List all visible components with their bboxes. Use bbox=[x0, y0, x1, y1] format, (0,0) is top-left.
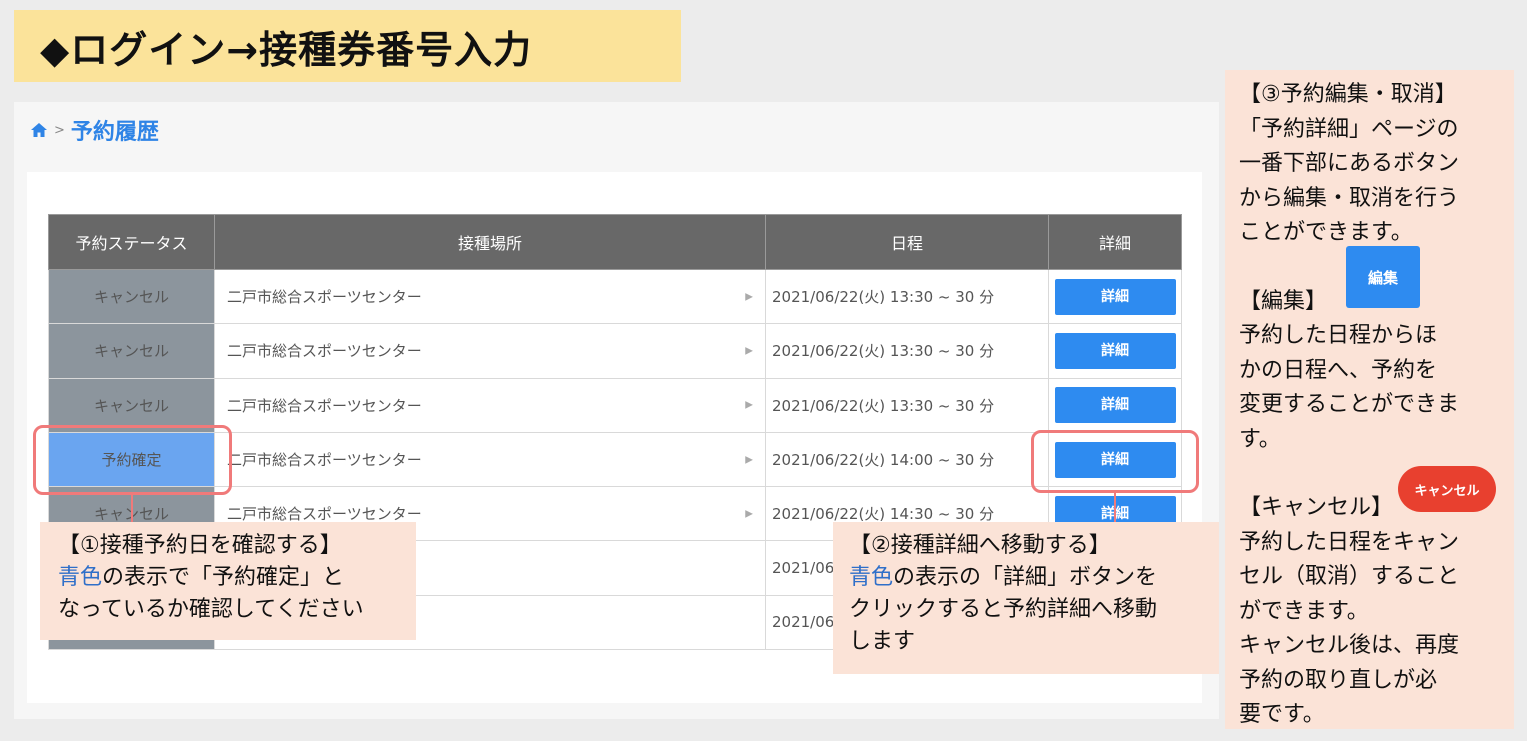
status-connector-line bbox=[131, 495, 133, 525]
header-status: 予約ステータス bbox=[48, 214, 215, 270]
note2-heading: 【②接種詳細へ移動する】 bbox=[849, 533, 1111, 558]
detail-cell: 詳細 bbox=[1048, 377, 1182, 433]
side-note-top: 【③予約編集・取消】 「予約詳細」ページの 一番下部にあるボタン から編集・取消… bbox=[1239, 78, 1500, 251]
place-cell[interactable]: 二戸市総合スポーツセンター ▶ bbox=[214, 431, 766, 488]
side-line: 一番下部にあるボタン bbox=[1239, 151, 1460, 176]
side-line: す。 bbox=[1239, 426, 1281, 452]
note2-blue-word: 青色 bbox=[849, 565, 894, 590]
table-header-row: 予約ステータス 接種場所 日程 詳細 bbox=[48, 214, 1182, 270]
place-cell[interactable]: 二戸市総合スポーツセンター ▶ bbox=[214, 377, 766, 433]
note1-line2: 青色の表示で「予約確定」と bbox=[58, 562, 398, 594]
table-row: キャンセル 二戸市総合スポーツセンター ▶ 2021/06/22(火) 13:30 ~… bbox=[48, 323, 1182, 379]
note-confirm-date: 【①接種予約日を確認する】 青色の表示で「予約確定」と なっているか確認してくだ… bbox=[40, 522, 416, 640]
date-cell: 2021/06/22(火) 13:30 ~ 30 分 bbox=[765, 268, 1049, 325]
side-line: 【③予約編集・取消】 bbox=[1239, 82, 1457, 107]
detail-connector-line bbox=[1114, 493, 1116, 525]
note-edit-cancel: 【③予約編集・取消】 「予約詳細」ページの 一番下部にあるボタン から編集・取消… bbox=[1225, 70, 1514, 729]
home-icon[interactable] bbox=[30, 122, 48, 138]
chevron-right-icon: ▶ bbox=[745, 345, 753, 357]
place-name: 二戸市総合スポーツセンター bbox=[227, 396, 422, 415]
note2-line3: クリックすると予約詳細へ移動 bbox=[849, 597, 1158, 622]
note1-line3: なっているか確認してください bbox=[58, 597, 364, 622]
header-place: 接種場所 bbox=[214, 214, 766, 270]
side-line: 予約した日程からほ bbox=[1239, 323, 1438, 348]
status-cell: キャンセル bbox=[48, 268, 215, 325]
place-cell[interactable]: 二戸市総合スポーツセンター ▶ bbox=[214, 268, 766, 325]
page-title: 予約履歴 bbox=[70, 120, 159, 145]
place-cell[interactable]: 二戸市総合スポーツセンター ▶ bbox=[214, 323, 766, 379]
side-line: から編集・取消を行う bbox=[1239, 185, 1460, 211]
note1-blue-word: 青色 bbox=[58, 565, 103, 590]
detail-button[interactable]: 詳細 bbox=[1054, 278, 1176, 315]
place-name: 二戸市総合スポーツセンター bbox=[227, 451, 422, 470]
detail-cell: 詳細 bbox=[1048, 268, 1182, 325]
side-line: ができます。 bbox=[1239, 598, 1369, 624]
header-date: 日程 bbox=[765, 214, 1049, 270]
note2-line4: します bbox=[849, 629, 916, 654]
place-name: 二戸市総合スポーツセンター bbox=[227, 288, 422, 307]
chevron-right-icon: ▶ bbox=[745, 454, 753, 466]
status-highlight-box bbox=[33, 425, 232, 495]
chevron-right-icon: ▶ bbox=[745, 399, 753, 411]
date-cell: 2021/06/22(火) 13:30 ~ 30 分 bbox=[765, 323, 1049, 379]
side-line: セル（取消）すること bbox=[1239, 564, 1460, 589]
breadcrumb: > 予約履歴 bbox=[30, 114, 159, 146]
side-line: キャンセル後は、再度 bbox=[1239, 633, 1460, 658]
place-name: 二戸市総合スポーツセンター bbox=[227, 505, 422, 524]
page-banner-title: ◆ログイン→接種券番号入力 bbox=[14, 10, 681, 82]
note1-heading: 【①接種予約日を確認する】 bbox=[58, 533, 342, 558]
side-line: 予約の取り直しが必 bbox=[1239, 667, 1438, 693]
side-line: 予約した日程をキャン bbox=[1239, 529, 1460, 555]
side-line: 変更することができま bbox=[1239, 392, 1460, 417]
note-go-detail: 【②接種詳細へ移動する】 青色の表示の「詳細」ボタンを クリックすると予約詳細へ… bbox=[833, 522, 1219, 674]
side-line: 「予約詳細」ページの bbox=[1239, 116, 1459, 142]
detail-button[interactable]: 詳細 bbox=[1054, 332, 1176, 369]
date-cell: 2021/06/22(火) 14:00 ~ 30 分 bbox=[765, 431, 1049, 488]
detail-cell: 詳細 bbox=[1048, 323, 1182, 379]
note1-line2-rest: の表示で「予約確定」と bbox=[102, 565, 345, 590]
chevron-right-icon: ▶ bbox=[745, 291, 753, 303]
edit-button-sample[interactable]: 編集 bbox=[1346, 246, 1420, 308]
side-line: 要です。 bbox=[1239, 702, 1325, 727]
table-row: キャンセル 二戸市総合スポーツセンター ▶ 2021/06/22(火) 13:30 ~… bbox=[48, 268, 1182, 325]
status-cell: キャンセル bbox=[48, 323, 215, 379]
detail-button[interactable]: 詳細 bbox=[1054, 387, 1176, 424]
chevron-right-icon: ▶ bbox=[745, 508, 753, 520]
place-name: 二戸市総合スポーツセンター bbox=[227, 342, 422, 361]
detail-highlight-box bbox=[1031, 430, 1199, 493]
header-detail: 詳細 bbox=[1048, 214, 1182, 270]
breadcrumb-separator: > bbox=[54, 122, 65, 138]
note2-line2: 青色の表示の「詳細」ボタンを bbox=[849, 562, 1203, 594]
side-line: かの日程へ、予約を bbox=[1239, 357, 1438, 383]
note2-line2-rest: の表示の「詳細」ボタンを bbox=[893, 565, 1158, 590]
date-cell: 2021/06/22(火) 13:30 ~ 30 分 bbox=[765, 377, 1049, 433]
cancel-button-sample[interactable]: キャンセル bbox=[1398, 466, 1496, 512]
